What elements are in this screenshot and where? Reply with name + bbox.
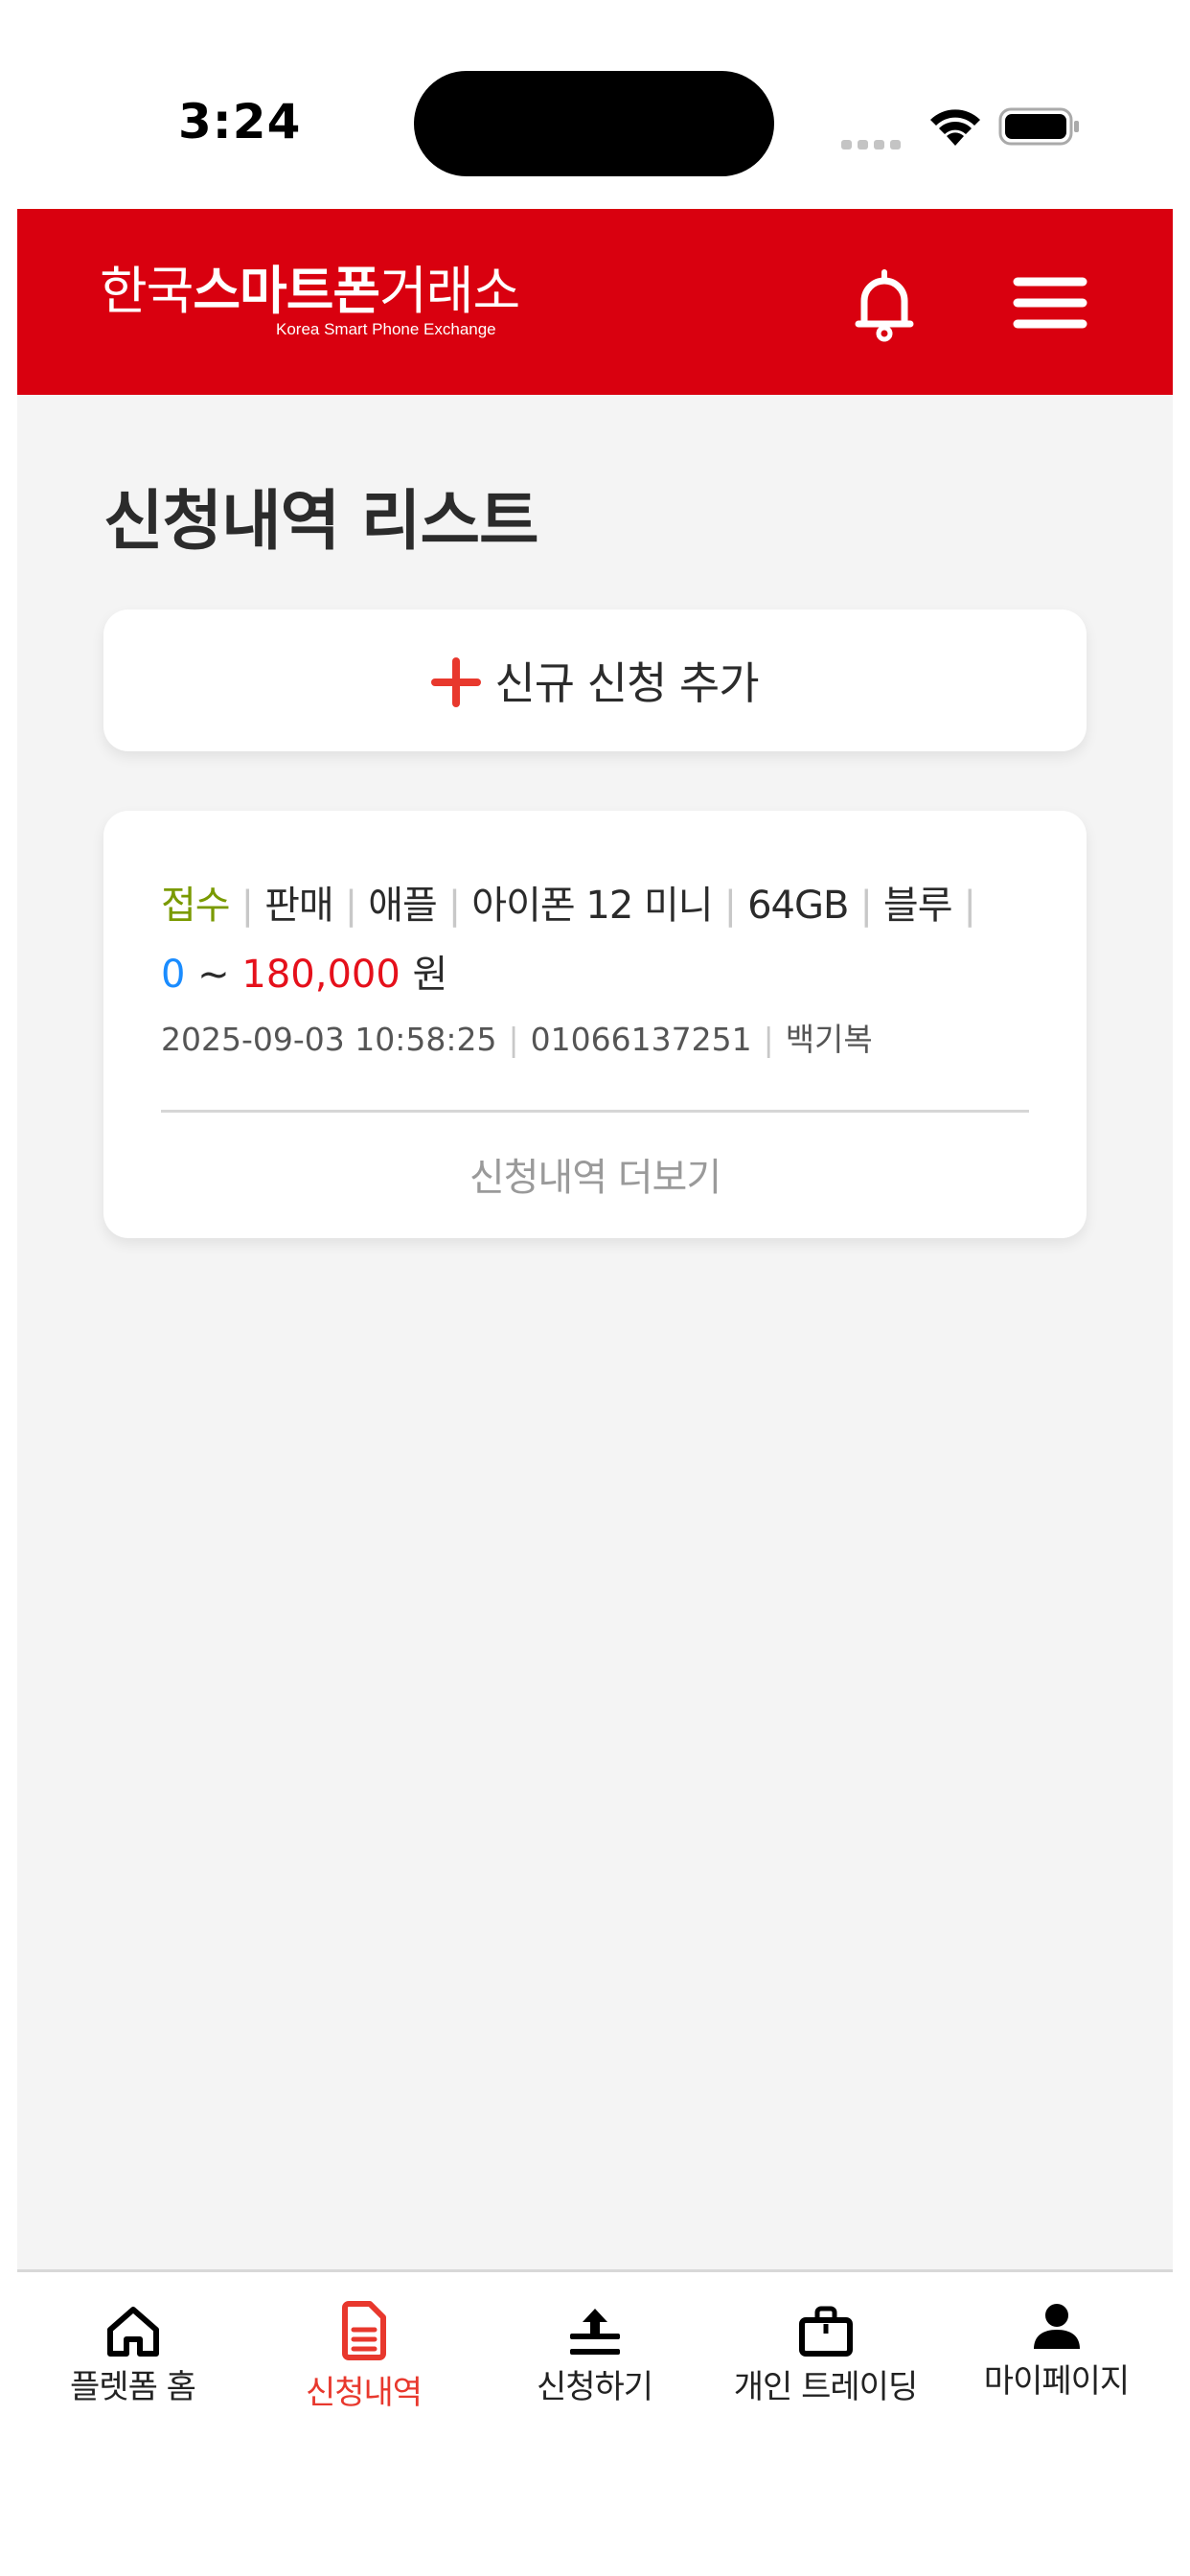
divider: | (240, 884, 255, 928)
add-request-content: 신규 신청 추가 (103, 610, 1087, 751)
divider: | (963, 884, 977, 928)
request-type: 판매 (264, 884, 334, 928)
price-max: 180,000 (241, 953, 400, 997)
logo-part2: 스마트폰 (193, 261, 380, 321)
add-request-button[interactable]: 신규 신청 추가 (103, 610, 1087, 751)
app-frame: 한국스마트폰거래소 Korea Smart Phone Exchange 신청내… (17, 209, 1173, 2269)
request-phone: 01066137251 (530, 1021, 752, 1058)
cellular-signal-icon (841, 140, 901, 150)
logo-part3: 거래소 (379, 261, 520, 321)
tab-label: 개인 트레이딩 (733, 2368, 919, 2406)
price-min: 0 (161, 953, 186, 997)
briefcase-icon (798, 2306, 853, 2357)
divider: | (447, 884, 462, 928)
request-model: 아이폰 12 미니 (471, 884, 713, 928)
logo-part1: 한국 (100, 261, 194, 321)
document-icon (341, 2301, 386, 2360)
user-icon (1033, 2304, 1080, 2349)
price-tilde: ~ (197, 953, 230, 997)
divider: | (344, 884, 358, 928)
upload-icon (569, 2309, 620, 2355)
request-status: 접수 (161, 884, 231, 928)
request-price-range: 0 ~ 180,000 원 (161, 943, 447, 999)
status-time: 3:24 (178, 94, 302, 150)
divider: | (508, 1021, 519, 1058)
tab-label: 마이페이지 (983, 2362, 1130, 2401)
price-currency: 원 (412, 953, 448, 997)
tab-requests[interactable]: 신청내역 (248, 2272, 479, 2464)
view-more-link[interactable]: 신청내역 더보기 (103, 1146, 1087, 1202)
wifi-icon (930, 109, 980, 146)
request-card: 접수 | 판매 | 애플 | 아이폰 12 미니 | 64GB | 블루 | 0 ~ 180,000 … (103, 811, 1087, 1238)
battery-icon (998, 107, 1079, 146)
request-capacity: 64GB (747, 884, 849, 928)
request-name: 백기복 (785, 1021, 873, 1058)
logo-subtitle: Korea Smart Phone Exchange (276, 320, 496, 338)
notification-button[interactable] (851, 266, 918, 343)
request-datetime: 2025-09-03 10:58:25 (161, 1021, 497, 1058)
card-divider (161, 1110, 1029, 1113)
request-meta: 2025-09-03 10:58:25 | 01066137251 | 백기복 (161, 1014, 873, 1060)
divider: | (763, 1021, 774, 1058)
tab-label: 신청내역 (305, 2374, 423, 2412)
home-icon (106, 2307, 159, 2357)
request-summary: 접수 | 판매 | 애플 | 아이폰 12 미니 | 64GB | 블루 | (161, 874, 987, 930)
tab-platform-home[interactable]: 플렛폼 홈 (17, 2272, 248, 2464)
tab-label: 플렛폼 홈 (70, 2368, 196, 2406)
page-title: 신청내역 리스트 (103, 484, 539, 560)
menu-button[interactable] (1012, 274, 1088, 332)
bottom-tab-bar: 플렛폼 홈 신청내역 신청하기 개인 트레이딩 마이페이지 (17, 2269, 1173, 2490)
divider: | (859, 884, 873, 928)
request-brand: 애플 (368, 884, 438, 928)
app-header: 한국스마트폰거래소 Korea Smart Phone Exchange (17, 209, 1173, 395)
plus-icon (431, 657, 482, 707)
add-request-label: 신규 신청 추가 (494, 657, 759, 709)
divider: | (723, 884, 738, 928)
tab-apply[interactable]: 신청하기 (479, 2272, 710, 2464)
tab-label: 신청하기 (536, 2368, 653, 2406)
home-indicator-area (0, 2490, 1190, 2576)
tab-mypage[interactable]: 마이페이지 (941, 2272, 1172, 2464)
logo-text: 한국스마트폰거래소 (100, 261, 520, 321)
hamburger-menu-icon (1013, 277, 1087, 329)
status-bar: 3:24 (0, 0, 1190, 209)
dynamic-island (414, 71, 774, 176)
request-color: 블루 (882, 884, 953, 928)
tab-personal-trading[interactable]: 개인 트레이딩 (710, 2272, 941, 2464)
brand-logo[interactable]: 한국스마트폰거래소 Korea Smart Phone Exchange (100, 261, 520, 339)
bell-icon (855, 269, 914, 342)
